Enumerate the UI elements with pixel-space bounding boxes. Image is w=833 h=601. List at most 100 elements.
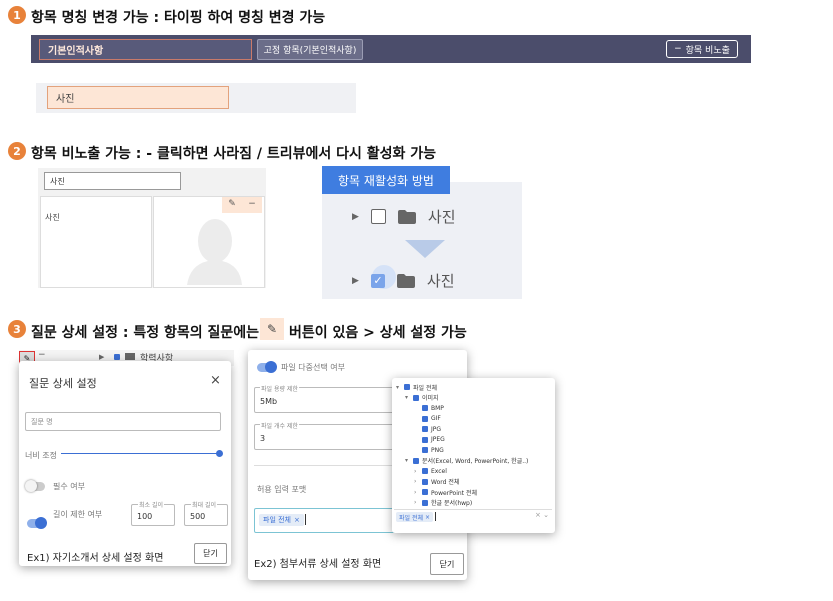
- edit-icon[interactable]: ✎: [228, 199, 236, 209]
- person-silhouette-icon: [187, 219, 242, 285]
- expand-arrow-icon[interactable]: ›: [414, 468, 419, 475]
- folder-icon: [397, 209, 416, 224]
- expand-arrow-icon[interactable]: ›: [414, 489, 419, 496]
- expand-arrow-icon[interactable]: ▶: [352, 212, 359, 222]
- question-name-placeholder: 질문 명: [31, 417, 53, 426]
- tree-checkbox[interactable]: [422, 499, 428, 506]
- tree-checkbox[interactable]: [422, 468, 428, 475]
- question-settings-dialog: 질문 상세 설정 × 질문 명 너비 조정 필수 여부 길이 제한 여부 최소 …: [19, 361, 231, 566]
- format-tree-row[interactable]: JPG: [396, 424, 551, 435]
- tree-checkbox[interactable]: [114, 354, 120, 360]
- min-length-input[interactable]: 최소 길이 100: [131, 500, 175, 526]
- item-header-bar: 기본인적사항 고정 항목(기본인적사항) − 항목 비노출: [31, 35, 751, 63]
- format-tree-label: 한글 문서(hwp): [431, 500, 473, 508]
- item-action-buttons: ✎ −: [222, 197, 262, 213]
- section1-heading: 항목 명칭 변경 가능 : 타이핑 하여 명칭 변경 가능: [31, 10, 326, 26]
- item-name-field[interactable]: 기본인적사항: [39, 39, 252, 60]
- tree-checkbox[interactable]: [413, 457, 419, 464]
- tree-checkbox[interactable]: [422, 405, 428, 412]
- format-tree-row[interactable]: GIF: [396, 414, 551, 425]
- format-tree-row[interactable]: › 한글 문서(hwp): [396, 498, 551, 509]
- file-count-value: 3: [260, 434, 266, 443]
- format-tree-row[interactable]: › PowerPoint 전체: [396, 487, 551, 498]
- format-tree-row[interactable]: ▾ 문서(Excel, Word, PowerPoint, 한글..): [396, 456, 551, 467]
- dialog1-caption: Ex1) 자기소개서 상세 설정 화면: [27, 553, 164, 564]
- expand-arrow-icon[interactable]: ▶: [99, 353, 104, 361]
- folder-icon: [396, 273, 415, 288]
- step-badge-3: 3: [8, 320, 26, 338]
- tree-checkbox[interactable]: [422, 478, 428, 485]
- minus-icon[interactable]: −: [248, 199, 256, 209]
- photo-name-field[interactable]: 사진: [47, 86, 229, 109]
- expand-arrow-icon[interactable]: ▾: [405, 394, 410, 401]
- tree-checkbox-checked[interactable]: ✓: [370, 273, 385, 288]
- tree-row-after[interactable]: ▶ ✓ 사진: [352, 265, 455, 291]
- multi-file-toggle[interactable]: [257, 361, 277, 373]
- expand-arrow-icon[interactable]: ›: [414, 478, 419, 485]
- close-icon[interactable]: ×: [210, 373, 221, 388]
- hide-item-button[interactable]: − 항목 비노출: [666, 40, 738, 58]
- clear-icon[interactable]: × ⌄: [535, 511, 549, 519]
- list-item-photo[interactable]: 사진: [45, 212, 60, 223]
- format-tag[interactable]: 파일 전체 ×: [259, 514, 304, 526]
- remove-tag-icon[interactable]: ×: [294, 516, 300, 524]
- hide-item-label: 항목 비노출: [685, 45, 730, 56]
- format-tree-popup: ▾ 파일 전체 ▾ 이미지 BMP GIF JPG JPEG PNG ▾ 문서(Excel, Wor…: [392, 378, 555, 533]
- width-slider[interactable]: [61, 453, 219, 454]
- search-input[interactable]: 사진: [44, 172, 181, 190]
- expand-arrow-icon[interactable]: ›: [414, 499, 419, 506]
- format-tag[interactable]: 파일 전체 ×: [396, 512, 434, 522]
- format-tree-label: JPEG: [431, 436, 445, 444]
- tree-checkbox[interactable]: [422, 426, 428, 433]
- required-toggle[interactable]: [25, 480, 45, 492]
- text-cursor: [435, 512, 436, 521]
- tree-row-before[interactable]: ▶ 사진: [352, 206, 456, 227]
- tree-checkbox[interactable]: [422, 415, 428, 422]
- format-tree-label: Word 전체: [431, 479, 460, 487]
- tree-checkbox[interactable]: [422, 436, 428, 443]
- format-tree-row[interactable]: › Word 전체: [396, 477, 551, 488]
- search-value: 사진: [50, 176, 65, 186]
- format-tree-row[interactable]: BMP: [396, 403, 551, 414]
- close-button[interactable]: 닫기: [194, 543, 227, 564]
- expand-arrow-icon[interactable]: ▶: [352, 276, 359, 286]
- length-limit-label: 길이 제한 여부: [53, 510, 103, 519]
- format-tree-label: GIF: [431, 415, 441, 423]
- item-name-value: 기본인적사항: [48, 46, 104, 57]
- tree-checkbox[interactable]: [404, 384, 410, 391]
- format-tree-row[interactable]: › Excel: [396, 466, 551, 477]
- close-button[interactable]: 닫기: [430, 553, 464, 575]
- expand-arrow-icon[interactable]: ▾: [405, 457, 410, 464]
- format-tree-row[interactable]: ▾ 이미지: [396, 393, 551, 404]
- format-label: 허용 입력 포맷: [257, 485, 307, 494]
- dialog2-caption: Ex2) 첨부서류 상세 설정 화면: [254, 559, 382, 570]
- photo-panel: 사진 사진 ✎ −: [38, 168, 266, 288]
- max-length-label: 최대 길이: [191, 500, 217, 509]
- step-badge-1: 1: [8, 6, 26, 24]
- format-tree-row[interactable]: ▾ 파일 전체: [396, 382, 551, 393]
- multi-file-label: 파일 다중선택 여부: [281, 363, 345, 372]
- tree-checkbox[interactable]: [422, 489, 428, 496]
- question-name-input[interactable]: 질문 명: [25, 412, 221, 431]
- remove-tag-icon[interactable]: ×: [425, 514, 430, 521]
- fixed-item-button[interactable]: 고정 항목(기본인적사항): [257, 39, 363, 60]
- tree-checkbox[interactable]: [422, 447, 428, 454]
- width-slider-handle[interactable]: [216, 450, 223, 457]
- photo-name-value: 사진: [56, 94, 75, 105]
- section2-heading: 항목 비노출 가능 : - 클릭하면 사라짐 / 트리뷰에서 다시 활성화 가능: [31, 146, 437, 162]
- format-tag-label: 파일 전체: [263, 516, 291, 524]
- max-length-input[interactable]: 최대 길이 500: [184, 500, 228, 526]
- expand-arrow-icon[interactable]: ▾: [396, 384, 401, 391]
- format-tree-label: 문서(Excel, Word, PowerPoint, 한글..): [422, 458, 529, 466]
- folder-icon: [125, 353, 135, 360]
- format-tree-label: 파일 전체: [413, 384, 437, 392]
- length-limit-toggle[interactable]: [27, 517, 47, 529]
- format-tree-row[interactable]: PNG: [396, 445, 551, 456]
- format-tree-label: BMP: [431, 404, 444, 412]
- tree-checkbox[interactable]: [413, 394, 419, 401]
- format-tree-row[interactable]: JPEG: [396, 435, 551, 446]
- tree-checkbox-unchecked[interactable]: [370, 209, 386, 224]
- minus-icon[interactable]: −: [38, 350, 46, 360]
- photo-preview-box: ✎ −: [153, 196, 265, 288]
- tree-item-label: 사진: [427, 208, 456, 226]
